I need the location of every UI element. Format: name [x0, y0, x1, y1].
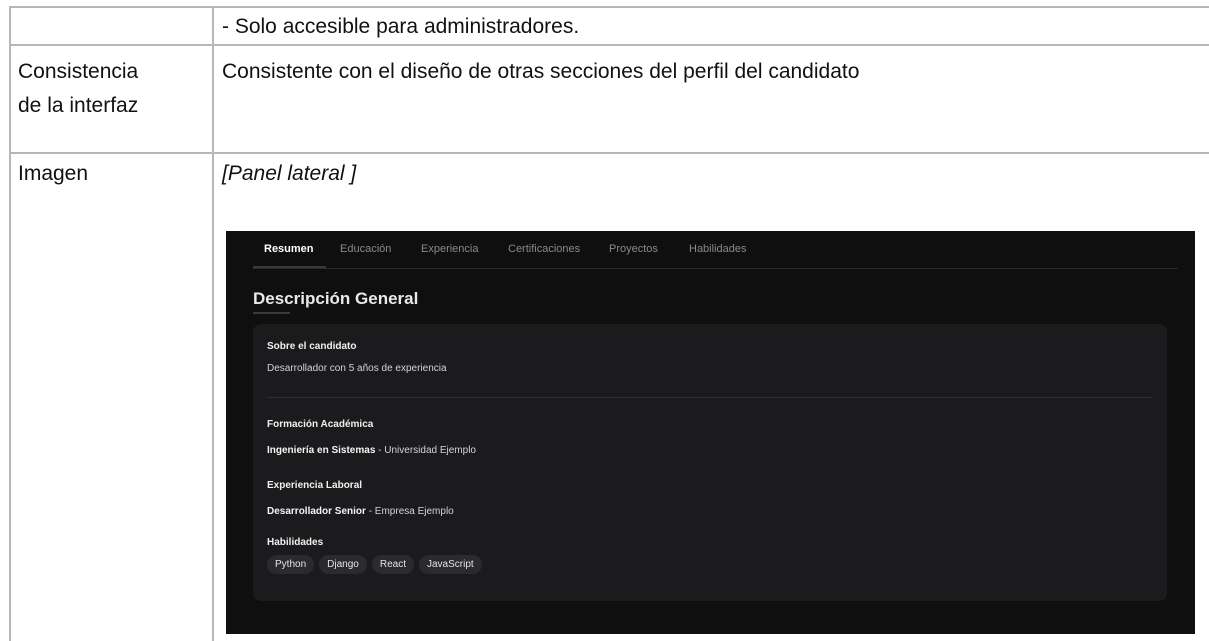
row2-value: Consistente con el diseño de otras secci…: [222, 60, 860, 83]
experience-role: Desarrollador Senior: [267, 506, 366, 517]
card-divider: [267, 397, 1152, 398]
tab-certificaciones[interactable]: Certificaciones: [508, 243, 580, 255]
section-title: Descripción General: [253, 289, 419, 308]
education-label: Formación Académica: [267, 419, 374, 430]
skill-chip-python: Python: [267, 555, 315, 574]
table-border-top: [9, 6, 1209, 8]
experience-label: Experiencia Laboral: [267, 480, 363, 491]
table-border-row2: [9, 152, 1209, 154]
tab-educacion[interactable]: Educación: [340, 243, 391, 255]
tab-bar: Resumen Educación Experiencia Certificac…: [253, 231, 1178, 269]
tab-proyectos[interactable]: Proyectos: [609, 243, 658, 255]
row2-label-line1: Consistencia: [18, 60, 139, 83]
education-entry: Ingeniería en Sistemas - Universidad Eje…: [267, 445, 476, 456]
skill-chip-react: React: [371, 555, 414, 574]
skills-chip-list: Python Django React JavaScript: [267, 555, 482, 574]
skill-chip-javascript: JavaScript: [418, 555, 482, 574]
row3-label: Imagen: [18, 162, 89, 185]
active-tab-indicator: [253, 266, 326, 268]
about-label: Sobre el candidato: [267, 341, 357, 352]
education-degree: Ingeniería en Sistemas: [267, 445, 376, 456]
skills-label: Habilidades: [267, 537, 324, 548]
table-border-middle: [212, 6, 214, 641]
row1-value: - Solo accesible para administradores.: [222, 15, 580, 38]
experience-company: - Empresa Ejemplo: [365, 506, 454, 517]
tab-experiencia[interactable]: Experiencia: [421, 243, 478, 255]
skill-chip-django: Django: [319, 555, 367, 574]
section-title-underline: [253, 312, 290, 314]
row2-label-line2: de la interfaz: [18, 94, 139, 117]
education-institution: - Universidad Ejemplo: [375, 445, 476, 456]
tab-habilidades[interactable]: Habilidades: [689, 243, 746, 255]
tab-resumen[interactable]: Resumen: [264, 243, 314, 255]
candidate-side-panel: Resumen Educación Experiencia Certificac…: [226, 231, 1195, 634]
table-border-left: [9, 6, 11, 641]
row3-value: [Panel lateral ]: [222, 162, 357, 185]
summary-card: Sobre el candidato Desarrollador con 5 a…: [253, 324, 1167, 601]
experience-entry: Desarrollador Senior - Empresa Ejemplo: [267, 506, 454, 517]
about-text: Desarrollador con 5 años de experiencia: [267, 363, 447, 374]
table-border-row1: [9, 44, 1209, 46]
